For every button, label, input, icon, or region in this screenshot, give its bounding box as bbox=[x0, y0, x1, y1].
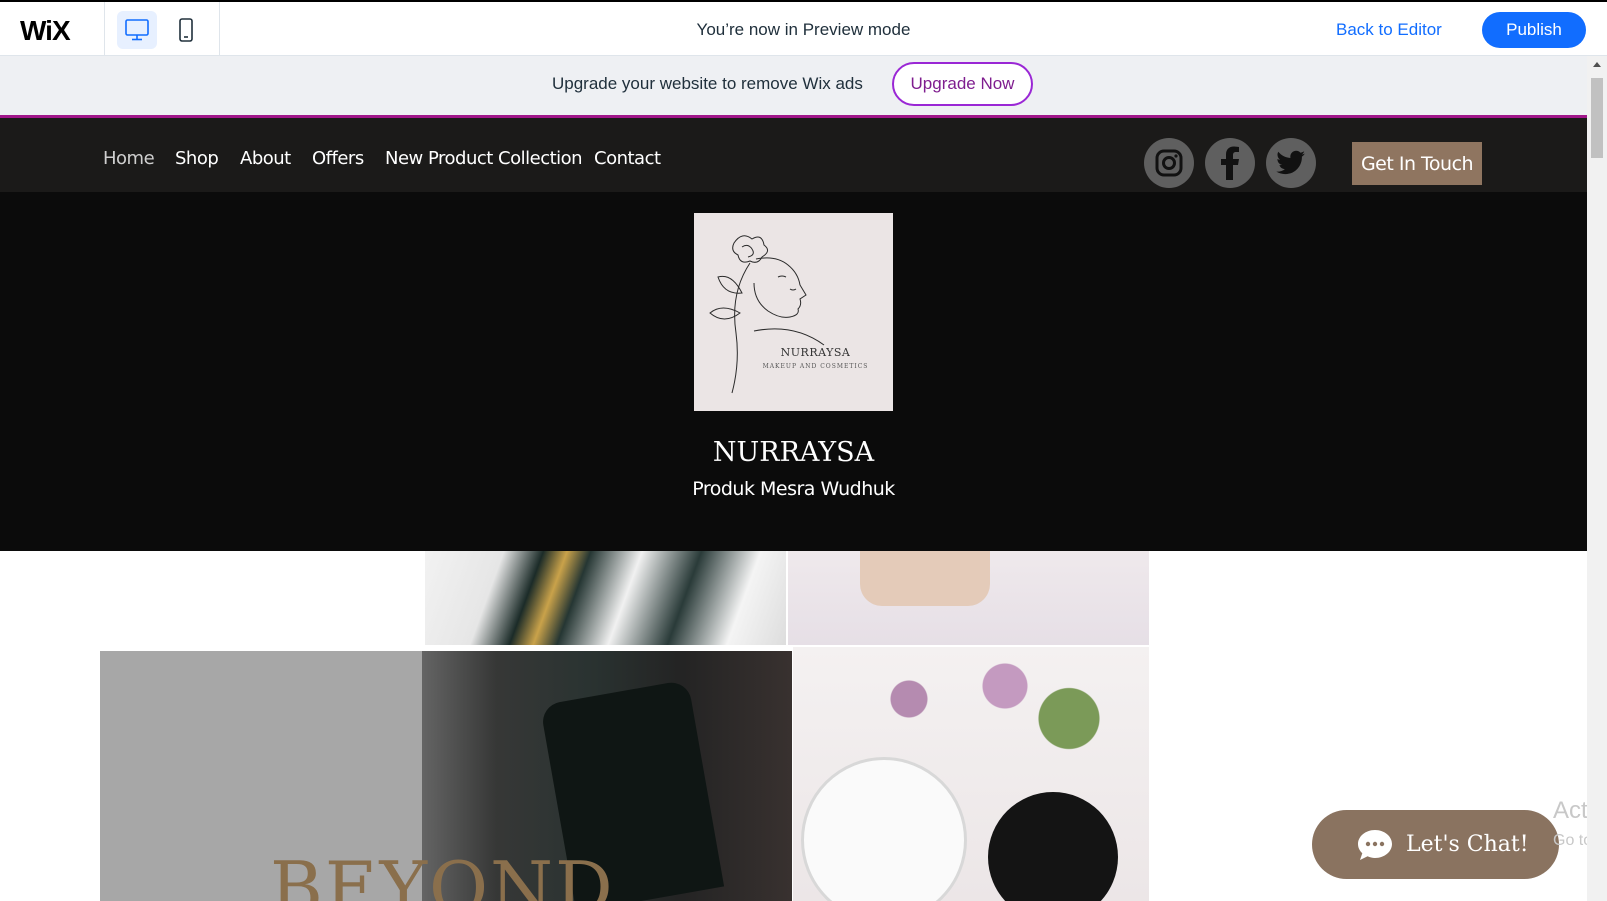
facebook-link[interactable] bbox=[1205, 138, 1255, 188]
facebook-icon bbox=[1221, 146, 1239, 180]
instagram-icon bbox=[1155, 149, 1183, 177]
nav-item-contact[interactable]: Contact bbox=[594, 148, 661, 169]
twitter-icon bbox=[1276, 150, 1305, 175]
nav-item-offers[interactable]: Offers bbox=[312, 148, 364, 169]
get-in-touch-button[interactable]: Get In Touch bbox=[1352, 142, 1482, 185]
black-compact bbox=[988, 792, 1118, 901]
logo-brand-name: NURRAYSA bbox=[780, 346, 851, 359]
page-scrollbar[interactable] bbox=[1587, 56, 1607, 901]
ad-banner-text: Upgrade your website to remove Wix ads bbox=[552, 74, 863, 93]
flowers-decoration bbox=[813, 647, 1133, 777]
gallery-overlay-text: BEYOND bbox=[270, 846, 615, 901]
gallery-image-exclusive-glow[interactable]: BEYOND bbox=[100, 651, 792, 901]
scroll-thumb[interactable] bbox=[1591, 78, 1603, 158]
wix-ad-banner: Upgrade your website to remove Wix ads U… bbox=[0, 56, 1587, 115]
chat-bubble-icon bbox=[1358, 829, 1392, 860]
chat-label: Let's Chat! bbox=[1406, 832, 1529, 857]
nav-item-new-product-collection[interactable]: New Product Collection bbox=[385, 148, 583, 169]
nav-item-home[interactable]: Home bbox=[103, 148, 155, 169]
site-title: NURRAYSA bbox=[712, 437, 875, 468]
gallery-image-bottles[interactable] bbox=[425, 551, 786, 645]
scroll-up-arrow-icon[interactable] bbox=[1593, 62, 1601, 67]
nav-item-shop[interactable]: Shop bbox=[175, 148, 219, 169]
nav-item-about[interactable]: About bbox=[240, 148, 291, 169]
powder-pad bbox=[860, 551, 990, 606]
back-to-editor-link[interactable]: Back to Editor bbox=[1336, 20, 1442, 40]
publish-button[interactable]: Publish bbox=[1482, 12, 1586, 48]
brand-logo: NURRAYSA MAKEUP AND COSMETICS bbox=[694, 213, 893, 411]
gallery-image-powder[interactable] bbox=[788, 551, 1149, 645]
gallery-image-compacts[interactable] bbox=[793, 647, 1149, 901]
instagram-link[interactable] bbox=[1144, 138, 1194, 188]
logo-tagline: MAKEUP AND COSMETICS bbox=[762, 363, 869, 370]
chat-widget-button[interactable]: Let's Chat! bbox=[1312, 810, 1559, 879]
hero-section: NURRAYSA MAKEUP AND COSMETICS NURRAYSA P… bbox=[0, 192, 1587, 551]
line-art-face-icon bbox=[709, 235, 825, 394]
preview-toolbar: WiX You’re now in Preview mode Back to E… bbox=[0, 0, 1607, 56]
twitter-link[interactable] bbox=[1266, 138, 1316, 188]
upgrade-now-button[interactable]: Upgrade Now bbox=[892, 62, 1033, 106]
site-header: Home Shop About Offers New Product Colle… bbox=[0, 118, 1587, 192]
site-subtitle: Produk Mesra Wudhuk bbox=[692, 478, 895, 500]
white-compact bbox=[801, 757, 967, 901]
